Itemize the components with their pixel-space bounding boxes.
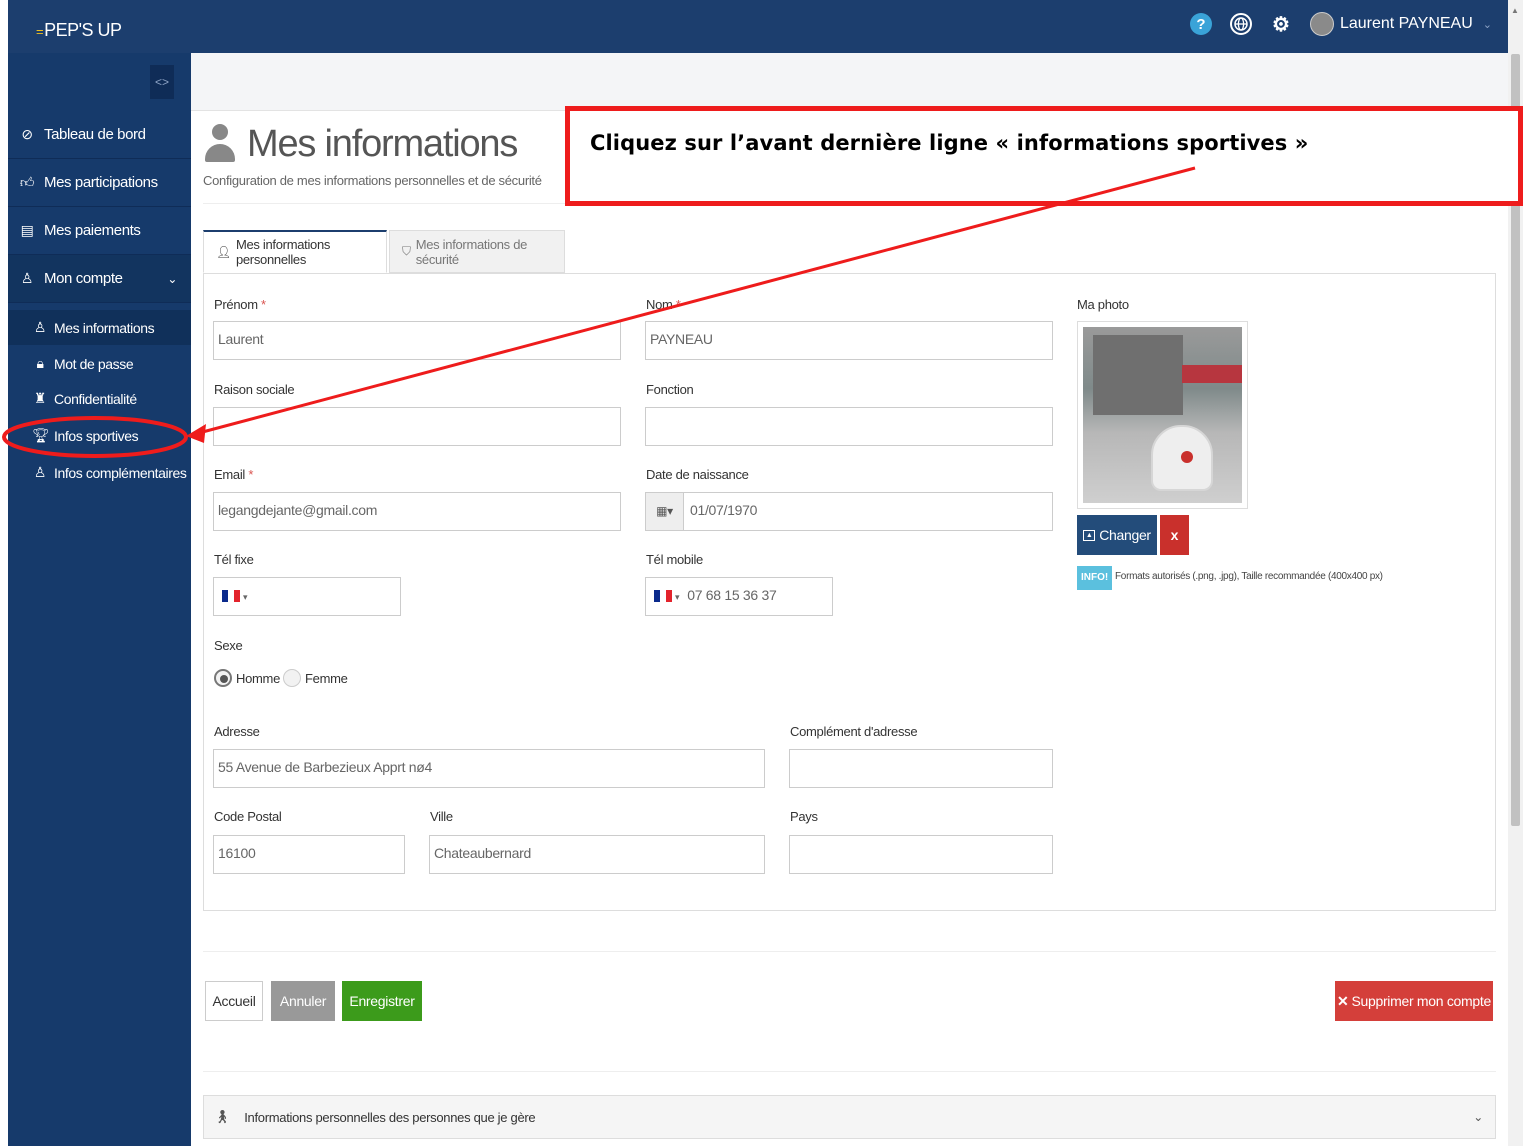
email-label: Email *	[214, 467, 254, 482]
close-icon: ✕	[1337, 992, 1349, 1009]
sidebar-subitem-infos-sportives[interactable]: 🏆︎ Infos sportives	[8, 418, 191, 453]
user-outline-icon: ♙	[33, 319, 47, 335]
tel-mobile-label: Tél mobile	[646, 552, 703, 567]
fonction-input[interactable]	[645, 407, 1053, 446]
profile-photo	[1077, 321, 1248, 509]
user-name: Laurent PAYNEAU	[1339, 15, 1473, 32]
email-field[interactable]: legangdejante@gmail.com	[213, 492, 621, 531]
tab-informations-securite[interactable]: ⛉ Mes informations de sécurité	[389, 230, 565, 273]
nom-input[interactable]: PAYNEAU	[645, 321, 1053, 360]
prenom-input[interactable]: Laurent	[213, 321, 621, 360]
radio-femme[interactable]: Femme	[283, 669, 348, 687]
top-icons: ? ⚙ Laurent PAYNEAU ⌄	[1189, 12, 1492, 36]
help-icon[interactable]: ?	[1189, 13, 1212, 35]
delete-account-button[interactable]: ✕ Supprimer mon compte	[1335, 981, 1493, 1021]
complement-adresse-label: Complément d'adresse	[790, 724, 918, 739]
sidebar-subitem-infos-complementaires[interactable]: ♙ Infos complémentaires	[8, 455, 191, 490]
sidebar-item-mes-participations[interactable]: 👍︎ Mes participations	[8, 159, 191, 207]
sidebar-subitem-confidentialite[interactable]: ♜ Confidentialité	[8, 381, 191, 416]
chevron-down-icon: ⌄	[1482, 18, 1492, 31]
adresse-label: Adresse	[214, 724, 260, 739]
user-menu[interactable]: Laurent PAYNEAU ⌄	[1309, 12, 1492, 36]
privacy-icon: ♜	[33, 390, 47, 406]
person-icon: 🚶︎	[214, 1109, 231, 1124]
dashboard-icon: ⊘	[21, 126, 33, 142]
sidebar: <> ⊘ Tableau de bord 👍︎ Mes participatio…	[8, 53, 198, 1146]
pays-label: Pays	[790, 809, 818, 824]
users-icon: ♙	[33, 464, 47, 480]
caret-down-icon: ▾	[675, 592, 680, 602]
sidebar-toggle-button[interactable]: <>	[150, 65, 174, 99]
lock-icon: 🔒︎	[36, 355, 44, 371]
user-outline-icon: ♙	[20, 270, 34, 286]
image-icon: ▲	[1083, 529, 1096, 541]
chevron-down-icon: ⌄	[167, 271, 177, 286]
sidebar-item-tableau-de-bord[interactable]: ⊘ Tableau de bord	[8, 111, 191, 159]
divider	[203, 951, 1496, 952]
info-badge: INFO!	[1077, 566, 1113, 590]
france-flag-icon[interactable]	[654, 590, 672, 603]
photo-format-info: Formats autorisés (.png, .jpg), Taille r…	[1115, 571, 1383, 582]
tel-mobile-input[interactable]: ▾ 07 68 15 36 37	[645, 577, 833, 616]
date-naissance-input[interactable]: ▦▾ 01/07/1970	[645, 492, 1053, 531]
raison-sociale-label: Raison sociale	[214, 382, 295, 397]
app-logo[interactable]: =PEP'S UP	[36, 20, 122, 41]
content-header-strip	[191, 53, 1508, 111]
user-icon: 👤︎	[216, 245, 231, 259]
globe-icon[interactable]	[1229, 13, 1252, 35]
raison-sociale-input[interactable]	[213, 407, 621, 446]
main-content: Mes informations Configuration de mes in…	[191, 53, 1508, 1146]
sidebar-subitem-mot-de-passe[interactable]: 🔒︎ Mot de passe	[8, 346, 191, 381]
code-postal-input[interactable]: 16100	[213, 835, 405, 874]
prenom-label: Prénom *	[214, 297, 266, 312]
code-postal-label: Code Postal	[214, 809, 282, 824]
scroll-up-icon[interactable]: ▲	[1511, 6, 1519, 15]
date-naissance-label: Date de naissance	[646, 467, 749, 482]
ville-input[interactable]: Chateaubernard	[429, 835, 765, 874]
gear-icon[interactable]: ⚙	[1270, 13, 1292, 36]
divider	[203, 1071, 1496, 1072]
radio-homme[interactable]: Homme	[214, 669, 280, 687]
cancel-button[interactable]: Annuler	[271, 981, 335, 1021]
adresse-input[interactable]: 55 Avenue de Barbezieux Apprt nø4	[213, 749, 765, 788]
ville-label: Ville	[430, 809, 453, 824]
trophy-icon: 🏆︎	[32, 427, 50, 443]
thumbs-up-icon: 👍︎	[19, 174, 35, 190]
france-flag-icon[interactable]	[222, 590, 240, 603]
pays-input[interactable]	[789, 835, 1053, 874]
top-navbar: =PEP'S UP ? ⚙ Laurent PAYNEAU ⌄	[8, 0, 1508, 53]
avatar	[1309, 12, 1334, 36]
managed-persons-accordion[interactable]: 🚶︎ Informations personnelles des personn…	[203, 1095, 1496, 1139]
tel-fixe-label: Tél fixe	[214, 552, 254, 567]
radio-unchecked-icon	[283, 669, 301, 687]
annotation-callout: Cliquez sur l’avant dernière ligne « inf…	[565, 106, 1523, 206]
chevron-down-icon: ⌄	[1473, 1110, 1483, 1124]
page-subtitle: Configuration de mes informations person…	[203, 173, 542, 188]
tab-informations-personnelles[interactable]: 👤︎ Mes informations personnelles	[203, 230, 387, 273]
calendar-icon[interactable]: ▦▾	[646, 493, 684, 530]
sexe-label: Sexe	[214, 638, 243, 653]
page-title: Mes informations	[247, 123, 518, 165]
accueil-button[interactable]: Accueil	[205, 981, 263, 1021]
shield-icon: ⛉	[402, 244, 411, 258]
sidebar-subitem-mes-informations[interactable]: ♙ Mes informations	[8, 310, 191, 345]
sidebar-item-mes-paiements[interactable]: ▤ Mes paiements	[8, 207, 191, 255]
caret-down-icon: ▾	[243, 592, 248, 602]
remove-photo-button[interactable]: x	[1160, 515, 1189, 555]
annotation-text: Cliquez sur l’avant dernière ligne « inf…	[590, 131, 1309, 155]
photo-label: Ma photo	[1077, 297, 1129, 312]
radio-checked-icon	[214, 669, 232, 687]
change-photo-button[interactable]: ▲ Changer	[1077, 515, 1157, 555]
page-header: Mes informations	[205, 123, 518, 166]
tel-fixe-input[interactable]: ▾	[213, 577, 401, 616]
user-icon	[205, 124, 235, 166]
profile-photo-image	[1083, 327, 1242, 503]
complement-adresse-input[interactable]	[789, 749, 1053, 788]
nom-label: Nom *	[646, 297, 681, 312]
sidebar-item-mon-compte[interactable]: ♙ Mon compte ⌄	[8, 255, 191, 303]
payment-card-icon: ▤	[20, 222, 34, 238]
save-button[interactable]: Enregistrer	[342, 981, 422, 1021]
fonction-label: Fonction	[646, 382, 694, 397]
